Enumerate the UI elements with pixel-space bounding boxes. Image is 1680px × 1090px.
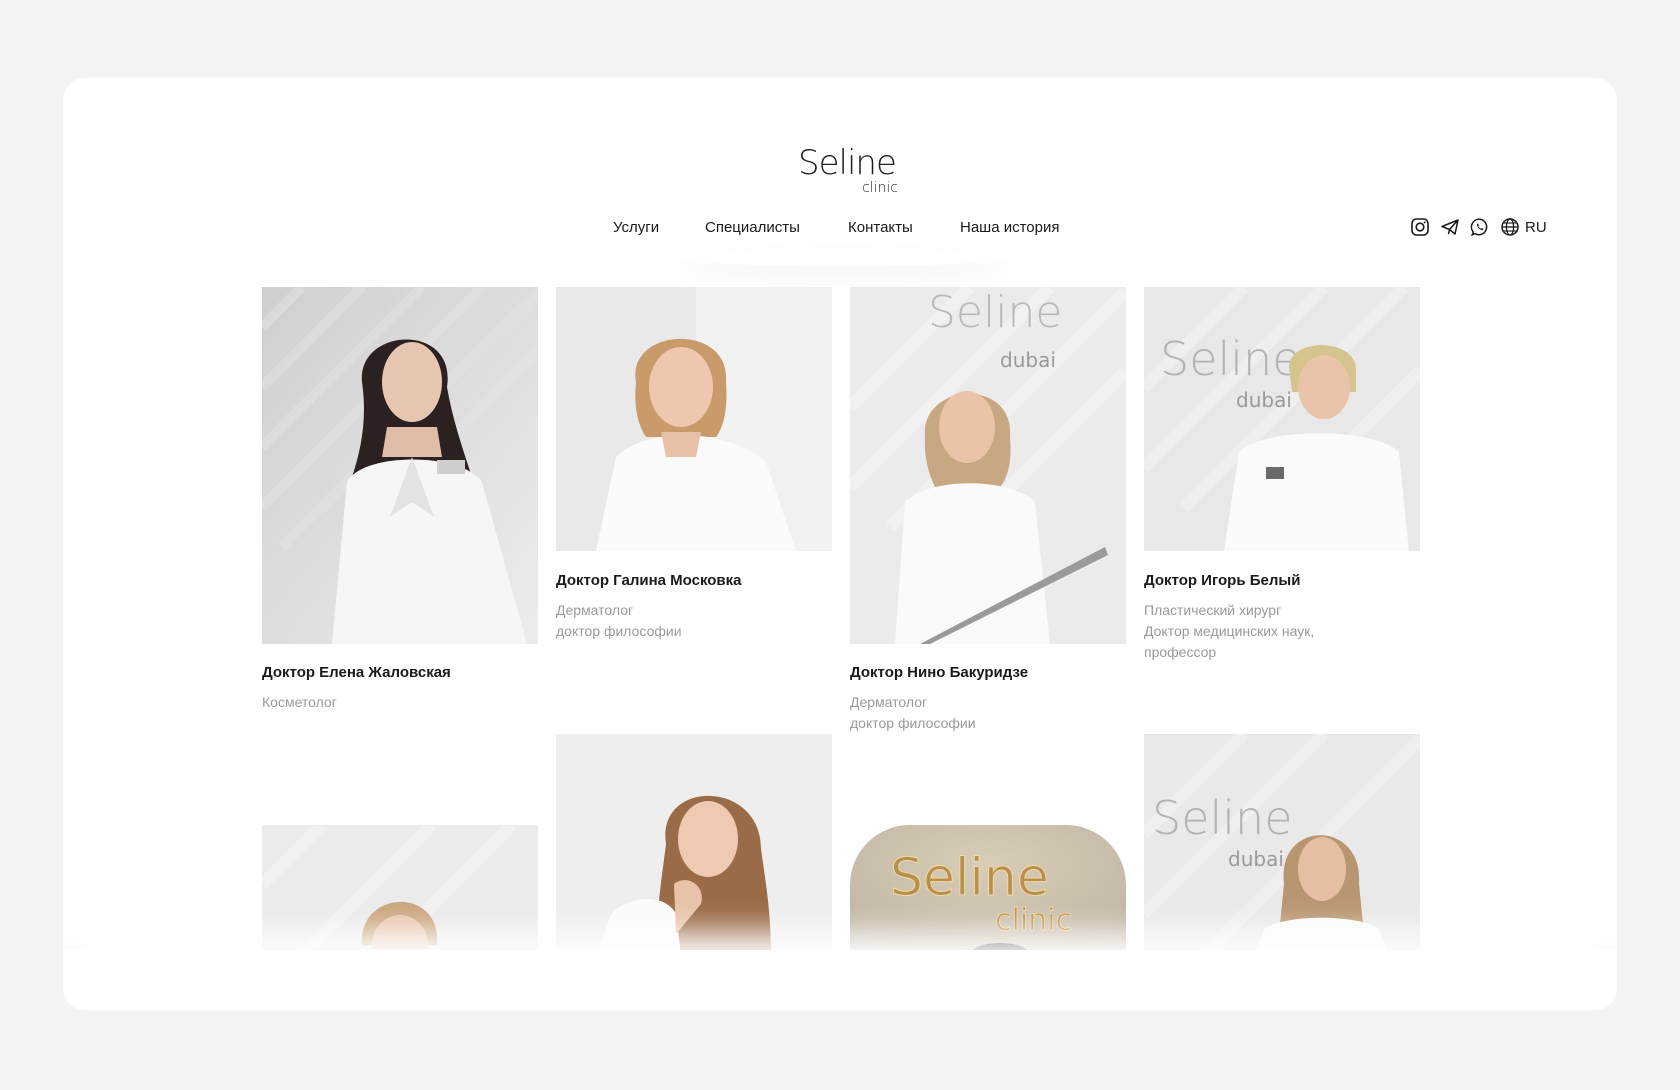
instagram-icon[interactable] xyxy=(1409,216,1431,238)
nav-item-contacts[interactable]: Контакты xyxy=(848,219,913,236)
doctor-photo-2[interactable] xyxy=(556,287,832,551)
wall-sign-sub: dubai xyxy=(1000,348,1056,372)
logo-subtitle: clinic xyxy=(862,180,898,196)
clinic-sign-photo[interactable]: Seline clinic xyxy=(850,825,1126,955)
nav-item-services[interactable]: Услуги xyxy=(613,219,659,236)
doctor-specialty: Дерматолог xyxy=(556,602,634,618)
nav-shadow xyxy=(673,248,1013,266)
logo-wordmark: Seline xyxy=(798,143,897,183)
doctor-name[interactable]: Доктор Елена Жаловская xyxy=(262,664,451,681)
wall-sign-text: Seline xyxy=(928,287,1062,338)
doctor-specialty: Пластический хирург xyxy=(1144,602,1282,618)
doctor-photo-1[interactable] xyxy=(262,287,538,644)
doctor-specialty: Косметолог xyxy=(262,694,337,710)
clinic-sign-text: Seline xyxy=(890,848,1049,908)
header-actions: RU xyxy=(1409,214,1547,240)
main-nav: Услуги Специалисты Контакты Наша история xyxy=(63,217,1617,239)
doctor-name[interactable]: Доктор Галина Московка xyxy=(556,572,742,589)
clinic-sign-sub: clinic xyxy=(995,903,1072,938)
doctor-name[interactable]: Доктор Игорь Белый xyxy=(1144,572,1300,589)
doctor-specialty: Дерматолог xyxy=(850,694,928,710)
whatsapp-icon[interactable] xyxy=(1469,216,1491,238)
page-panel: Seline clinic Услуги Специалисты Контакт… xyxy=(63,78,1617,1010)
doctor-photo-8[interactable]: Seline dubai xyxy=(1144,734,1420,955)
wall-sign-sub: dubai xyxy=(1228,847,1284,871)
telegram-icon[interactable] xyxy=(1439,216,1461,238)
doctor-degree: доктор философии xyxy=(556,623,682,639)
doctor-name[interactable]: Доктор Нино Бакуридзе xyxy=(850,664,1028,681)
wall-sign-text: Seline xyxy=(1160,332,1301,386)
wall-sign-text: Seline xyxy=(1152,791,1293,845)
doctor-photo-4[interactable]: Seline dubai xyxy=(1144,287,1420,551)
doctor-photo-3[interactable]: Seline dubai xyxy=(850,287,1126,644)
nav-item-specialists[interactable]: Специалисты xyxy=(705,219,800,236)
language-switch[interactable]: RU xyxy=(1525,219,1547,236)
site-logo[interactable]: Seline clinic xyxy=(798,146,898,195)
wall-sign-sub: dubai xyxy=(1236,388,1292,412)
bottom-fade xyxy=(63,950,1617,1010)
nav-item-history[interactable]: Наша история xyxy=(960,219,1060,236)
globe-icon[interactable] xyxy=(1499,216,1521,238)
doctor-degree: доктор философии xyxy=(850,715,976,731)
doctor-degree: Доктор медицинских наук, xyxy=(1144,623,1315,639)
doctor-title: профессор xyxy=(1144,644,1217,660)
doctor-photo-5[interactable] xyxy=(262,825,538,955)
doctor-photo-6[interactable] xyxy=(556,734,832,955)
